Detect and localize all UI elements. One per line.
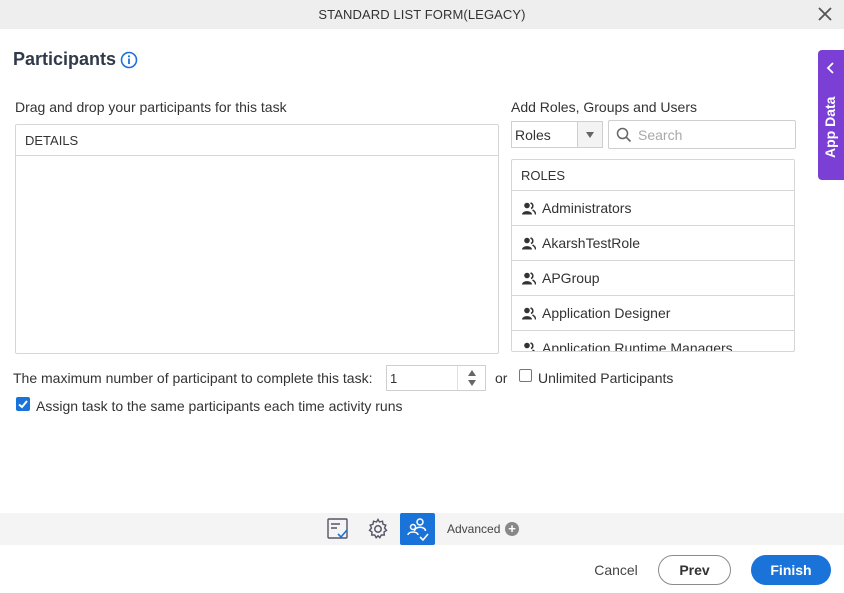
roles-list[interactable]: ROLES Administrators AkarshTestRole APGr… bbox=[511, 159, 795, 352]
role-label: Administrators bbox=[542, 200, 632, 216]
gear-icon[interactable] bbox=[366, 513, 390, 545]
stepper-up-icon[interactable] bbox=[468, 370, 476, 376]
type-select-value: Roles bbox=[515, 127, 551, 143]
role-icon bbox=[522, 272, 536, 285]
unlimited-participants-label[interactable]: Unlimited Participants bbox=[538, 370, 673, 386]
search-input[interactable] bbox=[638, 126, 788, 144]
role-icon bbox=[522, 307, 536, 320]
check-icon bbox=[18, 400, 28, 409]
participants-icon bbox=[407, 518, 429, 542]
advanced-link[interactable]: Advanced bbox=[447, 522, 500, 536]
window-title: STANDARD LIST FORM(LEGACY) bbox=[318, 7, 526, 22]
chevron-left-icon bbox=[826, 62, 834, 74]
role-icon bbox=[522, 202, 536, 215]
app-data-label: App Data bbox=[822, 96, 838, 158]
role-label: AkarshTestRole bbox=[542, 235, 641, 251]
role-label: Application Runtime Managers bbox=[542, 340, 733, 352]
roles-header: ROLES bbox=[512, 160, 794, 191]
role-label: APGroup bbox=[542, 270, 600, 286]
type-select[interactable]: Roles bbox=[511, 121, 603, 148]
search-icon bbox=[616, 127, 632, 143]
add-roles-label: Add Roles, Groups and Users bbox=[511, 99, 697, 115]
list-item[interactable]: Application Runtime Managers bbox=[512, 331, 794, 352]
prev-button[interactable]: Prev bbox=[658, 555, 731, 585]
list-item[interactable]: Administrators bbox=[512, 191, 794, 226]
search-box[interactable] bbox=[608, 120, 796, 149]
participants-step-button[interactable] bbox=[400, 513, 435, 545]
role-label: Application Designer bbox=[542, 305, 671, 321]
role-icon bbox=[522, 237, 536, 250]
info-icon[interactable] bbox=[120, 51, 138, 69]
close-icon[interactable] bbox=[816, 5, 834, 23]
or-label: or bbox=[495, 370, 508, 386]
max-participants-value[interactable]: 1 bbox=[390, 371, 397, 386]
unlimited-participants-checkbox[interactable] bbox=[519, 369, 532, 382]
details-header: DETAILS bbox=[16, 125, 498, 156]
drag-drop-label: Drag and drop your participants for this… bbox=[15, 99, 287, 115]
page-title: Participants bbox=[13, 49, 117, 69]
max-participants-stepper[interactable]: 1 bbox=[386, 365, 486, 391]
plus-icon[interactable]: + bbox=[505, 522, 519, 536]
max-participants-label: The maximum number of participant to com… bbox=[13, 370, 373, 386]
assign-same-participants-checkbox[interactable] bbox=[16, 397, 30, 411]
step-toolbar: Advanced + bbox=[0, 513, 844, 545]
list-item[interactable]: Application Designer bbox=[512, 296, 794, 331]
list-item[interactable]: AkarshTestRole bbox=[512, 226, 794, 261]
form-icon[interactable] bbox=[326, 513, 350, 545]
cancel-button[interactable]: Cancel bbox=[584, 555, 648, 585]
chevron-down-icon[interactable] bbox=[577, 122, 602, 147]
assign-same-participants-label[interactable]: Assign task to the same participants eac… bbox=[36, 398, 403, 414]
title-bar: STANDARD LIST FORM(LEGACY) bbox=[0, 0, 844, 29]
participants-drop-zone[interactable]: DETAILS bbox=[15, 124, 499, 354]
finish-button[interactable]: Finish bbox=[751, 555, 831, 585]
app-data-tab[interactable]: App Data bbox=[818, 50, 844, 180]
stepper-down-icon[interactable] bbox=[468, 380, 476, 386]
stepper-buttons bbox=[457, 366, 485, 390]
role-icon bbox=[524, 342, 536, 351]
list-item[interactable]: APGroup bbox=[512, 261, 794, 296]
